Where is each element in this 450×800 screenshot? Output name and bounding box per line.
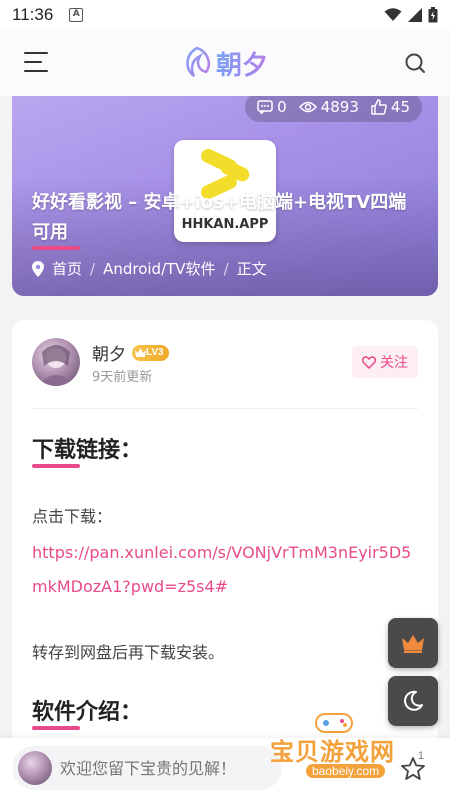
likes-stat: 45 [371,98,410,116]
breadcrumb: 首页 / Android/TV软件 / 正文 [32,258,267,279]
breadcrumb-category[interactable]: Android/TV软件 [103,258,215,279]
location-pin-icon [32,260,44,277]
comment-box[interactable] [12,746,282,790]
comment-input[interactable] [60,758,260,778]
level-badge: LV3 [132,344,169,361]
follow-button[interactable]: 关注 [352,346,418,378]
heart-icon [362,355,376,369]
notification-icon: A [69,8,84,22]
crown-small-icon [135,348,146,357]
eye-icon [298,101,317,113]
status-icons [384,7,438,23]
signal-icon [408,8,422,22]
post-title: 好好看影视 – 安卓+ios+电脑端+电视TV四端可用 [32,192,407,243]
menu-button[interactable] [24,52,48,72]
site-logo[interactable]: 朝夕 [182,45,268,82]
menu-icon [24,52,48,54]
author-name[interactable]: 朝夕 LV3 [92,340,169,365]
user-avatar [18,751,52,785]
post-hero: 0 4893 45 HHKAN.APP 好好看影视 – 安卓+ios+电脑端+电… [12,96,438,296]
heading-underline [32,464,80,468]
updated-time: 9天前更新 [92,370,153,385]
status-time: 11:36 [12,5,54,24]
search-button[interactable] [404,52,426,78]
wifi-icon [384,8,402,21]
title-underline [32,246,80,250]
views-stat: 4893 [298,98,359,116]
save-note-text: 转存到网盘后再下载安装。 [32,643,225,662]
battery-icon [428,7,438,23]
comment-icon [257,100,273,114]
app-header: 朝夕 [0,30,450,96]
crown-icon [402,635,424,653]
logo-mark-icon [186,46,210,77]
breadcrumb-current: 正文 [236,260,267,278]
status-bar: 11:36 A [0,0,450,30]
watermark-url: baobeiy.com [306,764,386,778]
divider [32,408,418,409]
watermark: 宝贝游戏网 baobeiy.com [270,710,420,790]
download-heading: 下载链接： [32,438,143,463]
vip-crown-button[interactable] [388,618,438,668]
post-stats: 0 4893 45 [245,96,422,122]
thumbs-up-icon [371,99,387,115]
watermark-text: 宝贝游戏网 [270,738,395,766]
download-link[interactable]: https://pan.xunlei.com/s/VONjVrTmM3nEyir… [32,536,422,604]
breadcrumb-home[interactable]: 首页 [52,258,82,279]
search-icon [405,53,425,73]
brand-name: 朝夕 [216,45,268,82]
click-download-text: 点击下载： [32,507,113,526]
author-avatar[interactable] [32,338,80,386]
intro-heading: 软件介绍： [32,700,143,725]
heading-underline [32,726,80,730]
comments-stat: 0 [257,98,287,116]
moon-icon [404,690,423,711]
